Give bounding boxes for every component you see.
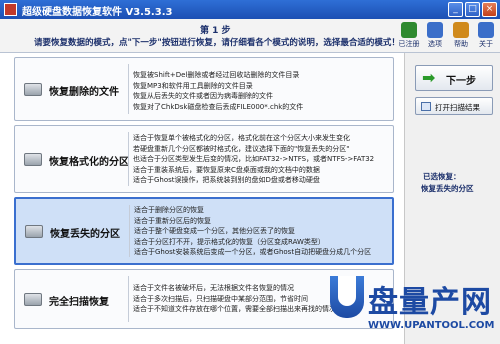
mode-name: 恢复删除的文件 [49,87,119,98]
next-step-button[interactable]: ➡ 下一步 [415,65,493,91]
watermark-url: WWW.UPANTOOL.COM [368,320,495,331]
minimize-button[interactable]: _ [448,2,463,17]
mode-description: 适合于文件名被破坏后，无法根据文件名恢复的情况 适合于多次扫描后，只扫描硬盘中某… [133,284,336,313]
help-button[interactable]: 帮助 [450,22,472,49]
step-description: 请要恢复数据的模式，点"下一步"按钮进行恢复，请仔细看各个模式的说明，选择最合适… [34,38,400,48]
registered-button[interactable]: 已注册 [398,22,420,49]
mode-description: 恢复被Shift+Del删除或者经过回收站删除的文件目录 恢复MP3和软件用工具… [133,71,304,111]
hard-disk-icon [25,225,43,238]
hard-disk-icon [24,153,42,166]
step-header: 第 1 步 请要恢复数据的模式，点"下一步"按钮进行恢复，请仔细看各个模式的说明… [0,19,500,53]
mode-recover-formatted[interactable]: 恢复格式化的分区 适合于恢复单个被格式化的分区，格式化前在这个分区大小来发生变化… [14,125,394,193]
about-label: 关于 [479,40,493,48]
mode-description: 适合于恢复单个被格式化的分区，格式化前在这个分区大小来发生变化 若硬盘重新几个分… [133,134,375,184]
help-icon [453,22,469,38]
options-label: 选项 [428,40,442,48]
gear-icon [427,22,443,38]
about-button[interactable]: 关于 [475,22,497,49]
site-watermark: 盘量产网 WWW.UPANTOOL.COM [330,276,500,344]
title-bar: 超级硬盘数据恢复软件 V3.5.3.3 _ □ × [0,0,500,19]
mode-recover-deleted[interactable]: 恢复删除的文件 恢复被Shift+Del删除或者经过回收站删除的文件目录 恢复M… [14,57,394,121]
watermark-text: 盘量产网 [368,285,492,320]
arrow-right-icon: ➡ [422,68,436,87]
options-button[interactable]: 选项 [424,22,446,49]
selected-mode-label: 已选恢复： [423,172,461,181]
mode-name: 恢复格式化的分区 [49,157,129,168]
u-logo-icon [330,276,364,318]
key-icon [401,22,417,38]
hard-disk-icon [24,293,42,306]
app-icon [4,3,17,16]
help-label: 帮助 [454,40,468,48]
open-file-icon [421,102,431,111]
step-title: 第 1 步 [200,26,231,36]
mode-name: 恢复丢失的分区 [50,229,120,240]
selected-mode-value: 恢复丢失的分区 [421,184,474,193]
open-scan-result-button[interactable]: 打开扫描结果 [415,97,493,115]
mode-name: 完全扫描恢复 [49,297,109,308]
hard-disk-icon [24,83,42,96]
window-title: 超级硬盘数据恢复软件 V3.5.3.3 [22,7,173,18]
mode-description: 适合于删除分区的恢复 适合于重新分区后的恢复 适合于整个硬盘变成一个分区，其他分… [134,206,372,256]
registered-label: 已注册 [398,40,420,48]
info-icon [478,22,494,38]
close-button[interactable]: × [482,2,497,17]
mode-recover-lost-partition[interactable]: 恢复丢失的分区 适合于删除分区的恢复 适合于重新分区后的恢复 适合于整个硬盘变成… [14,197,394,265]
maximize-button[interactable]: □ [465,2,480,17]
